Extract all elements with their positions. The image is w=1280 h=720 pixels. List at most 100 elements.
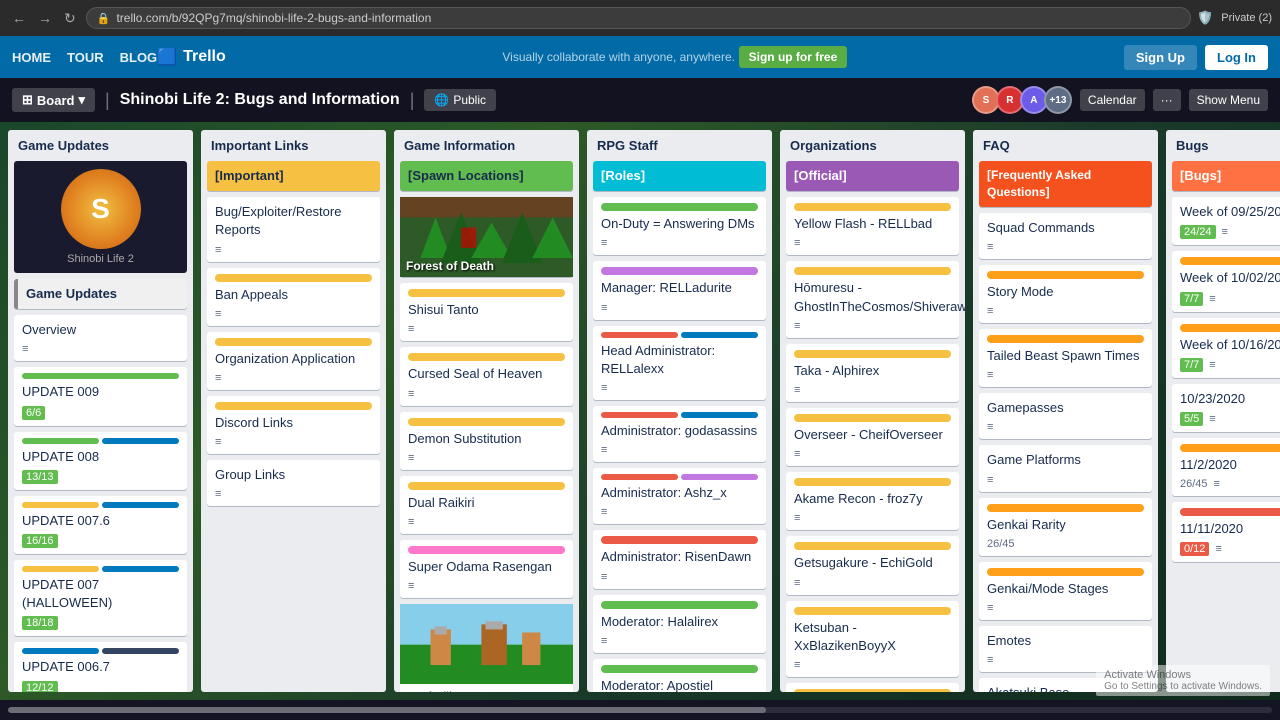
more-button[interactable]: ···: [1153, 89, 1181, 111]
card-date-11112020[interactable]: 11/11/2020 0/12 ≡: [1172, 502, 1280, 562]
lines-icon: ≡: [408, 580, 414, 592]
refresh-button[interactable]: ↻: [60, 8, 80, 29]
card-shisui-tanto[interactable]: Shisui Tanto ≡: [400, 283, 573, 341]
lines-icon: ≡: [601, 302, 607, 314]
card-date-11022020[interactable]: 11/2/2020 26/45 ≡: [1172, 438, 1280, 496]
card-spawn-locations[interactable]: [Spawn Locations]: [400, 161, 573, 191]
card-squad-commands[interactable]: Squad Commands ≡: [979, 213, 1152, 259]
back-button[interactable]: ←: [8, 8, 30, 28]
lines-icon: ≡: [215, 308, 221, 320]
card-footer: ≡: [601, 444, 758, 456]
card-title: UPDATE 006.7: [22, 658, 179, 676]
card-tailed-beast[interactable]: Tailed Beast Spawn Times ≡: [979, 329, 1152, 387]
trello-logo: 🟦 Trello: [157, 47, 226, 67]
card-mod-halalirex[interactable]: Moderator: Halalirex ≡: [593, 595, 766, 653]
card-akame-recon[interactable]: Akame Recon - froz7y ≡: [786, 472, 959, 530]
card-cursed-seal[interactable]: Cursed Seal of Heaven ≡: [400, 347, 573, 405]
board-menu-button[interactable]: ⊞ Board ▾: [12, 88, 95, 112]
card-overseer[interactable]: Overseer - CheifOverseer ≡: [786, 408, 959, 466]
address-bar[interactable]: 🔒 trello.com/b/92QPg7mq/shinobi-life-2-b…: [86, 7, 1191, 29]
card-bugs-header[interactable]: [Bugs]: [1172, 161, 1280, 191]
card-badge: 6/6: [22, 406, 45, 420]
label-row: [22, 373, 179, 379]
card-homuresu[interactable]: Hōmuresu - GhostInTheCosmos/Shiveraway ≡: [786, 261, 959, 337]
private-label: Private (2): [1221, 12, 1272, 24]
card-week-10022020[interactable]: Week of 10/02/2020 7/7 ≡: [1172, 251, 1280, 311]
label-row: [22, 502, 179, 508]
card-update-006-7[interactable]: UPDATE 006.7 12/12: [14, 642, 187, 692]
column-cards: [Frequently Asked Questions] Squad Comma…: [973, 161, 1158, 692]
card-head-admin[interactable]: Head Administrator: RELLalexx ≡: [593, 326, 766, 400]
lines-icon: ≡: [1209, 359, 1215, 371]
card-admin-ashz[interactable]: Administrator: Ashz_x ≡: [593, 468, 766, 524]
tagline-cta-button[interactable]: Sign up for free: [739, 46, 848, 68]
card-bug-exploiter[interactable]: Bug/Exploiter/Restore Reports ≡: [207, 197, 380, 261]
card-yellow-flash[interactable]: Yellow Flash - RELLbad ≡: [786, 197, 959, 255]
card-admin-riser[interactable]: Administrator: RisenDawn ≡: [593, 530, 766, 588]
card-footer: 5/5 ≡: [1180, 412, 1280, 426]
card-ketsuban[interactable]: Ketsuban - XxBlazikenBoyyX ≡: [786, 601, 959, 677]
avatar-count: +13: [1044, 86, 1072, 114]
forward-button[interactable]: →: [34, 8, 56, 28]
show-menu-button[interactable]: Show Menu: [1189, 89, 1268, 111]
card-on-duty[interactable]: On-Duty = Answering DMs ≡: [593, 197, 766, 255]
card-gamepasses[interactable]: Gamepasses ≡: [979, 393, 1152, 439]
card-demon-substitution[interactable]: Demon Substitution ≡: [400, 412, 573, 470]
card-game-updates-header[interactable]: Game Updates: [14, 279, 187, 309]
shinobi-logo-card[interactable]: S Shinobi Life 2: [14, 161, 187, 273]
card-otogakure[interactable]: Otogakure - MikRequiem ≡: [786, 683, 959, 692]
card-leaf-village[interactable]: Leaf Village: [400, 604, 573, 692]
board-header: ⊞ Board ▾ | Shinobi Life 2: Bugs and Inf…: [0, 78, 1280, 122]
card-genkai-rarity[interactable]: Genkai Rarity 26/45: [979, 498, 1152, 556]
card-date-10232020[interactable]: 10/23/2020 5/5 ≡: [1172, 384, 1280, 432]
lines-icon: ≡: [794, 384, 800, 396]
card-faq-header[interactable]: [Frequently Asked Questions]: [979, 161, 1152, 207]
card-taka[interactable]: Taka - Alphirex ≡: [786, 344, 959, 402]
card-update-007-halloween[interactable]: UPDATE 007 (HALLOWEEN) 18/18: [14, 560, 187, 636]
card-roles-header[interactable]: [Roles]: [593, 161, 766, 191]
card-title: Yellow Flash - RELLbad: [794, 215, 951, 233]
nav-blog[interactable]: BLOG: [120, 50, 158, 65]
card-overview[interactable]: Overview ≡: [14, 315, 187, 361]
card-title: Getsugakure - EchiGold: [794, 554, 951, 572]
card-title: Game Updates: [26, 285, 179, 303]
lines-icon: ≡: [1215, 543, 1221, 555]
column-cards: [Bugs] Week of 09/25/2020 24/24 ≡ Week o…: [1166, 161, 1280, 692]
card-group-links[interactable]: Group Links ≡: [207, 460, 380, 506]
card-genkai-mode-stages[interactable]: Genkai/Mode Stages ≡: [979, 562, 1152, 620]
card-dual-raikiri[interactable]: Dual Raikiri ≡: [400, 476, 573, 534]
card-discord-links[interactable]: Discord Links ≡: [207, 396, 380, 454]
login-button[interactable]: Log In: [1205, 45, 1268, 70]
card-important-header[interactable]: [Important]: [207, 161, 380, 191]
card-org-application[interactable]: Organization Application ≡: [207, 332, 380, 390]
card-manager[interactable]: Manager: RELLadurite ≡: [593, 261, 766, 319]
signup-button[interactable]: Sign Up: [1124, 45, 1197, 70]
card-forest-of-death[interactable]: Forest of Death: [400, 197, 573, 277]
card-label: [601, 267, 758, 275]
board-scrollbar[interactable]: [0, 700, 1280, 720]
visibility-button[interactable]: 🌐 Public: [424, 89, 496, 111]
card-story-mode[interactable]: Story Mode ≡: [979, 265, 1152, 323]
card-update-009[interactable]: UPDATE 009 6/6: [14, 367, 187, 425]
card-admin-god[interactable]: Administrator: godasassins ≡: [593, 406, 766, 462]
board-area: Game Updates S Shinobi Life 2 Game Updat…: [0, 122, 1280, 700]
nav-home[interactable]: HOME: [12, 50, 51, 65]
calendar-button[interactable]: Calendar: [1080, 89, 1145, 111]
card-update-007-6[interactable]: UPDATE 007.6 16/16: [14, 496, 187, 554]
card-week-10162020[interactable]: Week of 10/16/2020 7/7 ≡: [1172, 318, 1280, 378]
card-lines-icon: ≡: [22, 343, 28, 355]
card-official-header[interactable]: [Official]: [786, 161, 959, 191]
card-label: [215, 338, 372, 346]
card-super-odama[interactable]: Super Odama Rasengan ≡: [400, 540, 573, 598]
card-week-09252020[interactable]: Week of 09/25/2020 24/24 ≡: [1172, 197, 1280, 245]
nav-tour[interactable]: TOUR: [67, 50, 104, 65]
card-ban-appeals[interactable]: Ban Appeals ≡: [207, 268, 380, 326]
card-mod-apostiel[interactable]: Moderator: Apostiel ≡: [593, 659, 766, 692]
card-title: Tailed Beast Spawn Times: [987, 347, 1144, 365]
scroll-thumb: [8, 707, 766, 713]
card-footer: ≡: [215, 488, 372, 500]
lines-icon: ≡: [794, 448, 800, 460]
card-update-008[interactable]: UPDATE 008 13/13: [14, 432, 187, 490]
card-game-platforms[interactable]: Game Platforms ≡: [979, 445, 1152, 491]
card-getsugakure[interactable]: Getsugakure - EchiGold ≡: [786, 536, 959, 594]
